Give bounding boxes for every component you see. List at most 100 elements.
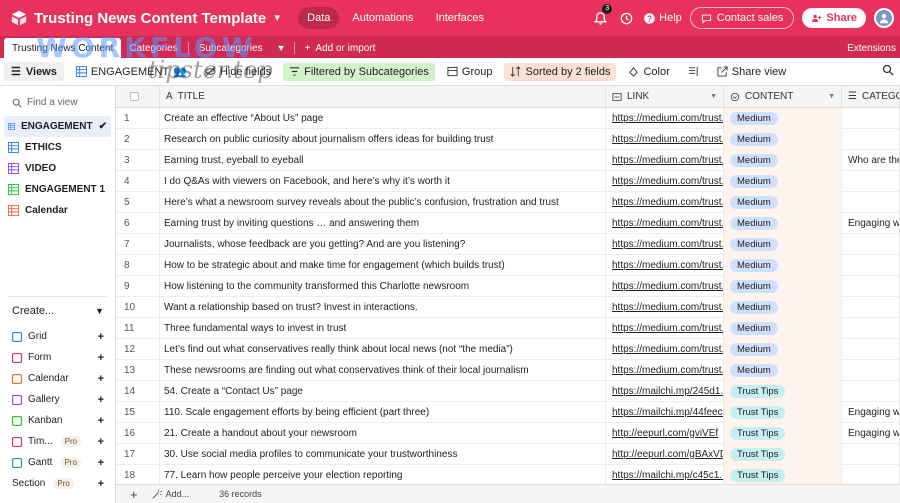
cell-link[interactable]: https://mailchi.mp/245d1... [606, 380, 724, 402]
plus-icon[interactable]: + [98, 373, 104, 385]
cell-category[interactable] [842, 191, 900, 213]
add-with-form-button[interactable]: Add... [152, 489, 189, 499]
table-row[interactable]: 13 These newsrooms are finding out what c… [116, 359, 900, 381]
sidebar-view-item[interactable]: ETHICS [0, 137, 115, 158]
cell-link[interactable]: https://mailchi.mp/c45c1... [606, 464, 724, 484]
cell-title[interactable]: 54. Create a “Contact Us” page [160, 380, 606, 402]
chevron-down-icon[interactable]: ▼ [828, 93, 835, 100]
cell-category[interactable] [842, 317, 900, 339]
cell-content[interactable]: Medium [724, 275, 842, 297]
add-or-import-button[interactable]: + Add or import [297, 38, 384, 58]
cell-content[interactable]: Medium [724, 359, 842, 381]
cell-category[interactable] [842, 296, 900, 318]
contact-sales-button[interactable]: Contact sales [689, 7, 795, 29]
create-view-item[interactable]: Gantt Pro + [0, 452, 116, 473]
cell-category[interactable] [842, 443, 900, 465]
cell-content[interactable]: Trust Tips [724, 422, 842, 444]
plus-icon[interactable]: + [98, 478, 104, 490]
cell-content[interactable]: Medium [724, 128, 842, 150]
cell-category[interactable]: Engaging with [842, 401, 900, 423]
cell-link[interactable]: https://medium.com/trust... [606, 233, 724, 255]
create-view-item[interactable]: Section Pro + [0, 473, 116, 494]
current-view-button[interactable]: ENGAGEMENT 👥 [70, 62, 193, 81]
user-avatar[interactable] [874, 8, 894, 28]
cell-category[interactable]: Engaging with [842, 422, 900, 444]
sidebar-view-item[interactable]: Calendar [0, 200, 115, 221]
all-tables-chevron-icon[interactable]: ▼ [271, 38, 292, 58]
cell-category[interactable] [842, 464, 900, 484]
cell-title[interactable]: Here’s what a newsroom survey reveals ab… [160, 191, 606, 213]
group-button[interactable]: Group [441, 63, 499, 81]
cell-title[interactable]: 77. Learn how people perceive your elect… [160, 464, 606, 484]
nav-interfaces[interactable]: Interfaces [427, 7, 493, 29]
cell-category[interactable] [842, 380, 900, 402]
cell-title[interactable]: How listening to the community transform… [160, 275, 606, 297]
create-view-item[interactable]: Kanban + [0, 410, 116, 431]
create-view-item[interactable]: Form + [0, 347, 116, 368]
nav-automations[interactable]: Automations [343, 7, 422, 29]
cell-link[interactable]: https://medium.com/trust... [606, 359, 724, 381]
sidebar-view-item[interactable]: ENGAGEMENT ✔ [4, 116, 111, 137]
cell-link[interactable]: https://medium.com/trust... [606, 317, 724, 339]
plus-icon[interactable]: + [98, 415, 104, 427]
column-header-link[interactable]: LINK ▼ [606, 86, 724, 107]
plus-icon[interactable]: + [98, 394, 104, 406]
table-tab-categories[interactable]: Categories [121, 38, 185, 58]
cell-title[interactable]: I do Q&As with viewers on Facebook, and … [160, 170, 606, 192]
cell-content[interactable]: Trust Tips [724, 380, 842, 402]
table-row[interactable]: 15 110. Scale engagement efforts by being… [116, 401, 900, 423]
cell-link[interactable]: https://medium.com/trust... [606, 149, 724, 171]
cell-link[interactable]: https://mailchi.mp/44feec... [606, 401, 724, 423]
table-row[interactable]: 10 Want a relationship based on trust? In… [116, 296, 900, 318]
cell-title[interactable]: These newsrooms are finding out what con… [160, 359, 606, 381]
cell-link[interactable]: https://medium.com/trust... [606, 254, 724, 276]
cell-content[interactable]: Medium [724, 233, 842, 255]
cell-title[interactable]: Research on public curiosity about journ… [160, 128, 606, 150]
cell-link[interactable]: https://medium.com/trust... [606, 170, 724, 192]
select-all-header[interactable] [116, 86, 160, 107]
filter-button[interactable]: Filtered by Subcategories [283, 62, 435, 81]
history-button[interactable] [617, 9, 635, 27]
cell-title[interactable]: Let’s find out what conservatives really… [160, 338, 606, 360]
cell-category[interactable] [842, 233, 900, 255]
cell-link[interactable]: https://medium.com/trust... [606, 296, 724, 318]
table-tab-subcategories[interactable]: Subcategories [191, 38, 271, 58]
table-row[interactable]: 4I do Q&As with viewers on Facebook, and… [116, 170, 900, 192]
create-view-item[interactable]: Tim... Pro + [0, 431, 116, 452]
cell-content[interactable]: Medium [724, 338, 842, 360]
notifications-button[interactable]: 3 [591, 4, 613, 27]
cell-content[interactable]: Medium [724, 317, 842, 339]
table-row[interactable]: 11 Three fundamental ways to invest in tr… [116, 317, 900, 339]
airtable-logo-icon[interactable] [10, 9, 28, 27]
sort-button[interactable]: Sorted by 2 fields [504, 62, 617, 81]
table-tab-trusting-news-content[interactable]: Trusting News Content [4, 38, 122, 58]
sidebar-view-item[interactable]: VIDEO [0, 158, 115, 179]
base-title[interactable]: Trusting News Content Template [34, 10, 266, 27]
cell-content[interactable]: Medium [724, 296, 842, 318]
cell-content[interactable]: Trust Tips [724, 464, 842, 484]
table-row[interactable]: 3 Earning trust, eyeball to eyeball https:… [116, 149, 900, 171]
cell-title[interactable]: 110. Scale engagement efforts by being e… [160, 401, 606, 423]
cell-title[interactable]: Want a relationship based on trust? Inve… [160, 296, 606, 318]
table-row[interactable]: 9 How listening to the community transfor… [116, 275, 900, 297]
add-record-button[interactable]: + [116, 487, 148, 502]
table-row[interactable]: 12 Let’s find out what conservatives real… [116, 338, 900, 360]
table-row[interactable]: 1 Create an effective “About Us” page http… [116, 107, 900, 129]
cell-link[interactable]: https://medium.com/trust... [606, 107, 724, 129]
cell-content[interactable]: Medium [724, 254, 842, 276]
column-header-category[interactable]: ☰ CATEGOR [842, 86, 900, 107]
chevron-down-icon[interactable]: ▼ [272, 13, 282, 24]
cell-link[interactable]: https://medium.com/trust... [606, 275, 724, 297]
find-view-input[interactable]: Find a view [0, 86, 115, 116]
cell-content[interactable]: Medium [724, 107, 842, 129]
plus-icon[interactable]: + [98, 331, 104, 343]
extensions-button[interactable]: Extensions [847, 38, 900, 58]
share-button[interactable]: Share [802, 8, 866, 28]
plus-icon[interactable]: + [98, 352, 104, 364]
create-view-item[interactable]: Grid + [0, 326, 116, 347]
create-view-header[interactable]: Create... ▼ [0, 300, 116, 322]
cell-title[interactable]: Create an effective “About Us” page [160, 107, 606, 129]
table-row[interactable]: 7 Journalists, whose feedback are you get… [116, 233, 900, 255]
table-row[interactable]: 18 77. Learn how people perceive your ele… [116, 464, 900, 484]
table-row[interactable]: 17 30. Use social media profiles to commu… [116, 443, 900, 465]
